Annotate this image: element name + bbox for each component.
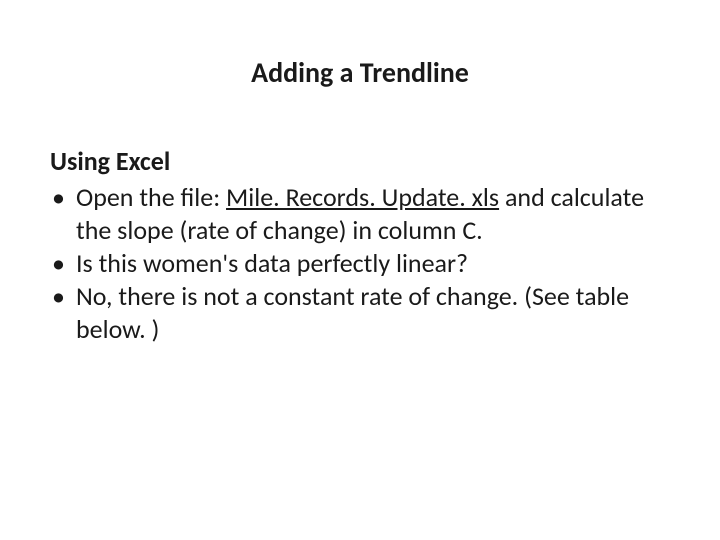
bullet-list: Open the file: Mile. Records. Update. xl… bbox=[50, 181, 670, 346]
bullet-text: No, there is not a constant rate of chan… bbox=[76, 280, 629, 345]
slide-subheading: Using Excel bbox=[50, 145, 670, 177]
slide-title: Adding a Trendline bbox=[50, 55, 670, 90]
bullet-item: Is this women's data perfectly linear? bbox=[50, 247, 670, 280]
bullet-text-prefix: Open the file: bbox=[76, 181, 226, 213]
bullet-item: Open the file: Mile. Records. Update. xl… bbox=[50, 181, 670, 247]
bullet-text: Is this women's data perfectly linear? bbox=[76, 247, 468, 279]
bullet-link[interactable]: Mile. Records. Update. xls bbox=[226, 181, 499, 213]
bullet-item: No, there is not a constant rate of chan… bbox=[50, 280, 670, 346]
slide: Adding a Trendline Using Excel Open the … bbox=[0, 0, 720, 540]
